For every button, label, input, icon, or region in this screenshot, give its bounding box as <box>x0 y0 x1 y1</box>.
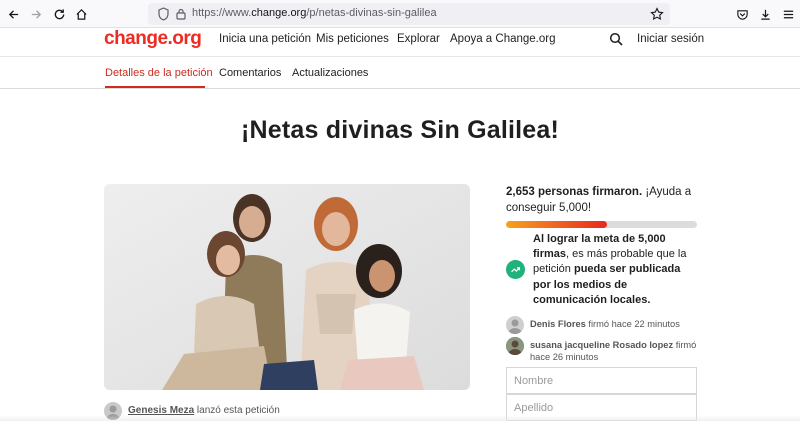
first-name-field[interactable] <box>506 367 697 394</box>
nav-my-petitions[interactable]: Mis peticiones <box>316 33 389 45</box>
trending-up-icon <box>506 260 525 279</box>
signature-progress-bar <box>506 221 697 228</box>
bottom-fade <box>0 415 800 421</box>
signer-text: Denis Flores firmó hace 22 minutos <box>530 318 700 330</box>
signature-count: 2,653 personas firmaron. ¡Ayuda a conseg… <box>506 184 701 216</box>
signature-progress-fill <box>506 221 608 228</box>
tab-petition-details[interactable]: Detalles de la petición <box>105 67 213 79</box>
petition-image <box>104 184 470 390</box>
reload-icon[interactable] <box>50 5 68 23</box>
change-org-logo[interactable]: change.org <box>104 28 202 50</box>
shield-icon[interactable] <box>157 7 170 21</box>
avatar <box>506 316 524 334</box>
signer-text: susana jacqueline Rosado lopez firmó hac… <box>530 339 700 363</box>
url-text[interactable]: https://www.change.org/p/netas-divinas-s… <box>192 7 437 19</box>
browser-toolbar: https://www.change.org/p/netas-divinas-s… <box>0 0 800 28</box>
nav-start-petition[interactable]: Inicia una petición <box>219 33 311 45</box>
avatar <box>506 337 524 355</box>
menu-icon[interactable] <box>779 5 797 23</box>
login-button[interactable]: Iniciar sesión <box>637 33 704 45</box>
lock-icon[interactable] <box>175 7 187 21</box>
signer-action: firmó hace 22 minutos <box>585 319 680 329</box>
back-icon[interactable] <box>4 5 22 23</box>
home-icon[interactable] <box>72 5 90 23</box>
petition-title: ¡Netas divinas Sin Galilea! <box>240 116 559 144</box>
signature-count-value: 2,653 personas firmaron. <box>506 186 643 198</box>
goal-message: Al lograr la meta de 5,000 firmas, es má… <box>533 232 701 308</box>
active-tab-indicator <box>105 86 205 88</box>
download-icon[interactable] <box>756 5 774 23</box>
address-bar[interactable]: https://www.change.org/p/netas-divinas-s… <box>148 3 670 25</box>
tab-updates[interactable]: Actualizaciones <box>292 67 368 79</box>
signer-name: susana jacqueline Rosado lopez <box>530 340 674 350</box>
url-path: /p/netas-divinas-sin-galilea <box>306 7 437 19</box>
recent-signer: Denis Flores firmó hace 22 minutos <box>506 316 701 336</box>
recent-signer: susana jacqueline Rosado lopez firmó hac… <box>506 337 701 363</box>
url-prefix: https://www. <box>192 7 252 19</box>
pocket-icon[interactable] <box>733 5 751 23</box>
forward-icon[interactable] <box>27 5 45 23</box>
site-header: change.org Inicia una petición Mis petic… <box>0 28 800 57</box>
tab-comments[interactable]: Comentarios <box>219 67 281 79</box>
search-icon[interactable] <box>609 32 623 46</box>
nav-explore[interactable]: Explorar <box>397 33 440 45</box>
petition-tabs: Detalles de la petición Comentarios Actu… <box>0 57 800 89</box>
url-domain: change.org <box>251 7 307 19</box>
signer-name: Denis Flores <box>530 319 586 329</box>
star-icon[interactable] <box>650 7 664 21</box>
nav-support[interactable]: Apoya a Change.org <box>450 33 556 45</box>
